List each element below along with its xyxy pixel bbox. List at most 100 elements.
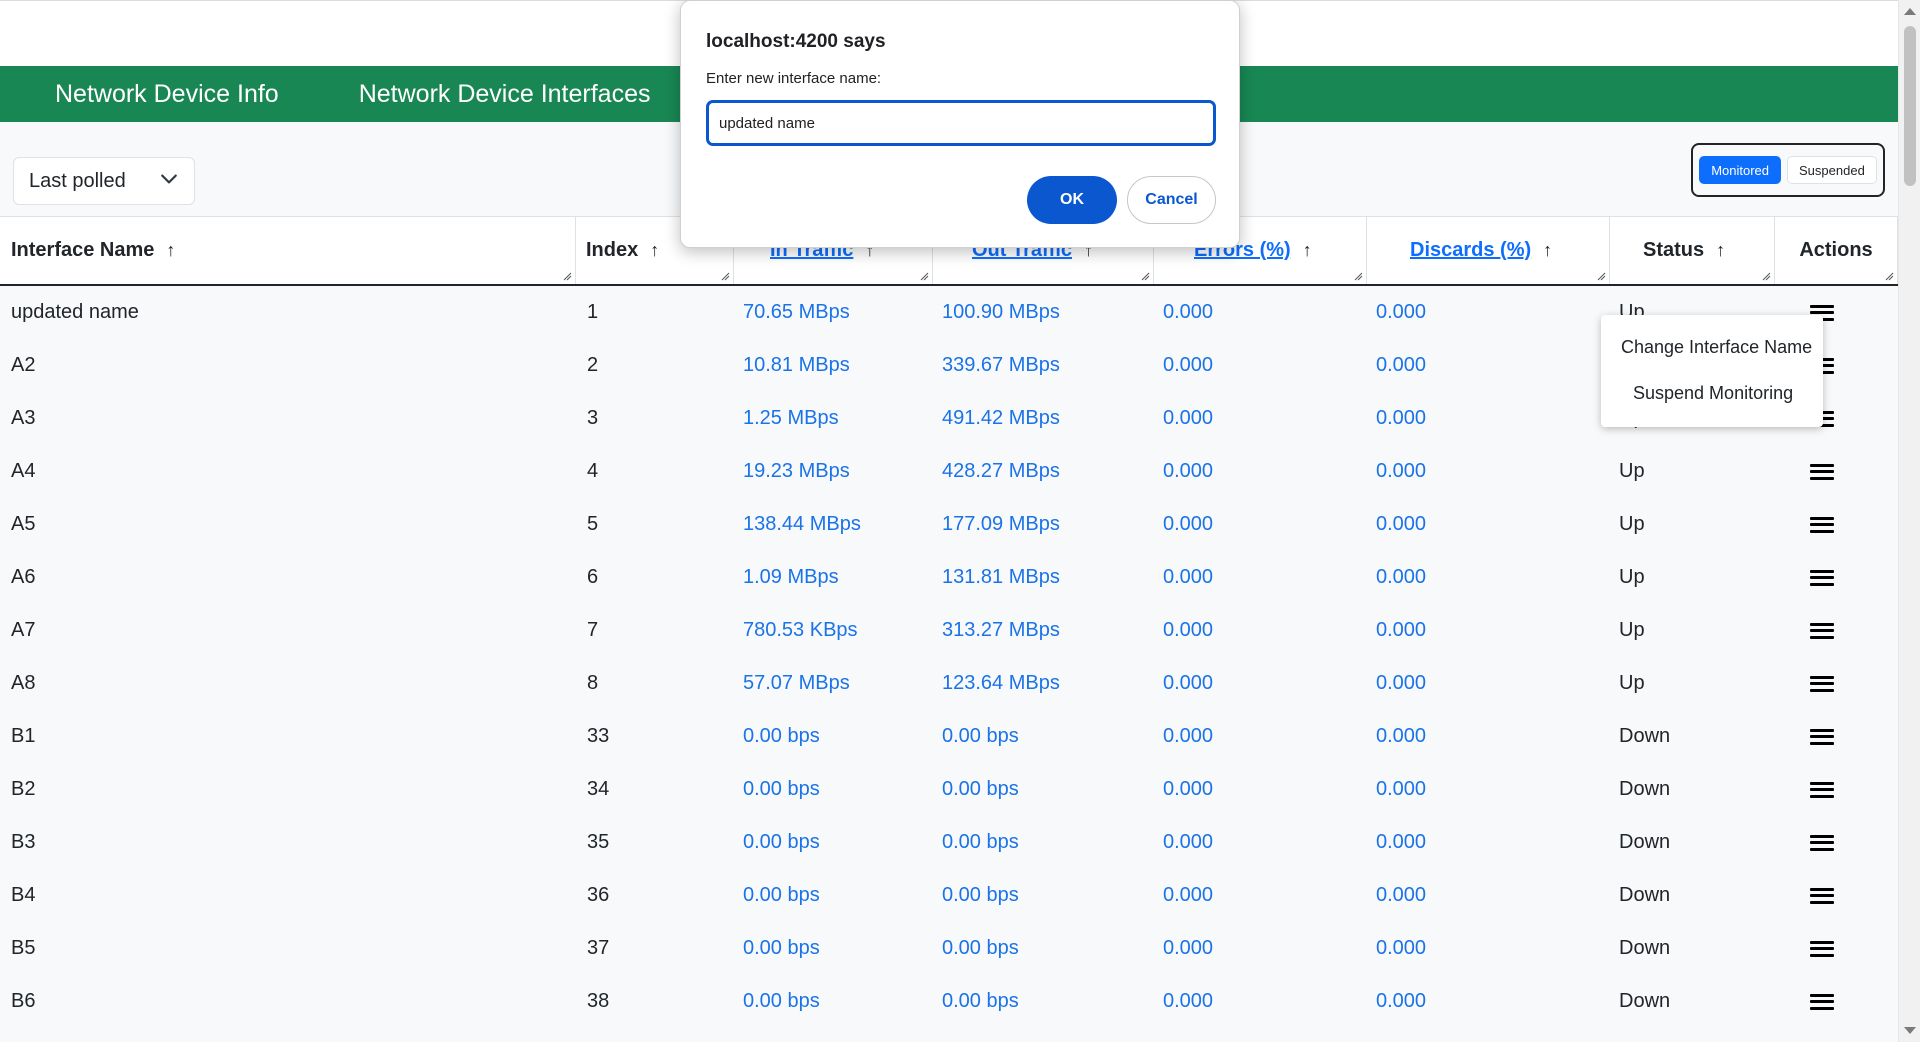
- resize-grip-icon[interactable]: [1354, 272, 1363, 281]
- cell-errors: 0.000: [1163, 407, 1214, 429]
- hamburger-bar: [1810, 304, 1834, 308]
- cell-in: 0.00 bps: [743, 990, 820, 1012]
- cell-name: B3: [11, 831, 36, 853]
- cell-errors: 0.000: [1163, 460, 1214, 482]
- cell-index: 5: [587, 513, 599, 535]
- cell-actions: [1775, 463, 1898, 480]
- cell-errors: 0.000: [1163, 619, 1214, 641]
- cell-errors: 0.000: [1163, 301, 1214, 323]
- ok-button[interactable]: OK: [1027, 176, 1117, 224]
- cancel-button[interactable]: Cancel: [1127, 176, 1216, 224]
- cell-in: 138.44 MBps: [743, 513, 861, 535]
- resize-grip-icon[interactable]: [1885, 272, 1894, 281]
- hamburger-bar: [1810, 476, 1834, 480]
- col-header-interface-name[interactable]: Interface Name ↑: [0, 217, 576, 284]
- page-scrollbar[interactable]: [1898, 0, 1920, 1042]
- sort-arrow-icon[interactable]: ↑: [1303, 240, 1312, 261]
- cell-discards: 0.000: [1376, 566, 1427, 588]
- cell-index: 33: [587, 725, 610, 747]
- resize-grip-icon[interactable]: [563, 272, 572, 281]
- cell-actions: [1775, 569, 1898, 586]
- hamburger-bar: [1810, 887, 1834, 891]
- hamburger-menu-icon[interactable]: [1810, 622, 1834, 639]
- cell-index: 4: [587, 460, 599, 482]
- cell-errors: 0.000: [1163, 725, 1214, 747]
- hamburger-menu-icon[interactable]: [1810, 993, 1834, 1010]
- sort-arrow-icon[interactable]: ↑: [650, 240, 659, 261]
- hamburger-bar: [1810, 847, 1834, 851]
- cell-out: 0.00 bps: [942, 778, 1019, 800]
- scroll-up-arrow-icon[interactable]: [1904, 8, 1916, 15]
- resize-grip-icon[interactable]: [721, 272, 730, 281]
- cell-name: A6: [11, 566, 36, 588]
- interface-name-input[interactable]: [706, 100, 1216, 146]
- hamburger-menu-icon[interactable]: [1810, 516, 1834, 533]
- table-row: B6 38 0.00 bps 0.00 bps 0.000 0.000 Down: [0, 975, 1898, 1028]
- hamburger-menu-icon[interactable]: [1810, 675, 1834, 692]
- cell-actions: [1775, 675, 1898, 692]
- hamburger-menu-icon[interactable]: [1810, 728, 1834, 745]
- cell-discards: 0.000: [1376, 937, 1427, 959]
- hamburger-menu-icon[interactable]: [1810, 940, 1834, 957]
- cell-status: Down: [1619, 884, 1671, 906]
- col-header-discards[interactable]: Discards (%) ↑: [1367, 217, 1610, 284]
- cell-out: 123.64 MBps: [942, 672, 1060, 694]
- cell-actions: [1775, 887, 1898, 904]
- resize-grip-icon[interactable]: [1762, 272, 1771, 281]
- suspended-toggle-button[interactable]: Suspended: [1787, 156, 1877, 184]
- hamburger-menu-icon[interactable]: [1810, 463, 1834, 480]
- col-label: Index: [586, 239, 639, 261]
- cell-index: 2: [587, 354, 599, 376]
- hamburger-bar: [1810, 629, 1834, 632]
- nav-network-device-interfaces[interactable]: Network Device Interfaces: [279, 80, 651, 109]
- menu-item-change-interface-name[interactable]: Change Interface Name: [1601, 324, 1823, 370]
- hamburger-bar: [1810, 311, 1834, 314]
- cell-in: 1.25 MBps: [743, 407, 839, 429]
- hamburger-bar: [1810, 794, 1834, 798]
- scrollbar-thumb[interactable]: [1904, 26, 1916, 186]
- sort-select[interactable]: Last polled: [13, 157, 195, 205]
- cell-actions: [1775, 622, 1898, 639]
- menu-item-suspend-monitoring[interactable]: Suspend Monitoring: [1601, 370, 1823, 416]
- cell-errors: 0.000: [1163, 513, 1214, 535]
- cell-out: 177.09 MBps: [942, 513, 1060, 535]
- cell-discards: 0.000: [1376, 513, 1427, 535]
- sort-arrow-icon[interactable]: ↑: [1716, 240, 1725, 261]
- table-row: B5 37 0.00 bps 0.00 bps 0.000 0.000 Down: [0, 922, 1898, 975]
- nav-network-device-info[interactable]: Network Device Info: [0, 80, 279, 109]
- cell-out: 491.42 MBps: [942, 407, 1060, 429]
- cell-name: B2: [11, 778, 36, 800]
- hamburger-menu-icon[interactable]: [1810, 569, 1834, 586]
- table-row: B2 34 0.00 bps 0.00 bps 0.000 0.000 Down: [0, 763, 1898, 816]
- cell-index: 7: [587, 619, 599, 641]
- hamburger-menu-icon[interactable]: [1810, 781, 1834, 798]
- resize-grip-icon[interactable]: [1597, 272, 1606, 281]
- cell-name: updated name: [11, 301, 139, 323]
- resize-grip-icon[interactable]: [1141, 272, 1150, 281]
- hamburger-bar: [1810, 576, 1834, 579]
- cell-name: A3: [11, 407, 36, 429]
- resize-grip-icon[interactable]: [920, 272, 929, 281]
- sort-arrow-icon[interactable]: ↑: [166, 240, 175, 261]
- monitoring-toggle-group: Monitored Suspended: [1691, 143, 1885, 197]
- cell-in: 780.53 KBps: [743, 619, 858, 641]
- hamburger-menu-icon[interactable]: [1810, 834, 1834, 851]
- sort-arrow-icon[interactable]: ↑: [1543, 240, 1552, 261]
- hamburger-menu-icon[interactable]: [1810, 887, 1834, 904]
- scroll-down-arrow-icon[interactable]: [1904, 1027, 1916, 1034]
- cell-out: 131.81 MBps: [942, 566, 1060, 588]
- monitored-toggle-button[interactable]: Monitored: [1699, 156, 1782, 184]
- cell-status: Up: [1619, 672, 1645, 694]
- hamburger-bar: [1810, 622, 1834, 626]
- cell-status: Up: [1619, 566, 1645, 588]
- cell-discards: 0.000: [1376, 354, 1427, 376]
- hamburger-bar: [1810, 688, 1834, 692]
- hamburger-bar: [1810, 728, 1834, 732]
- dialog-title: localhost:4200 says: [706, 31, 886, 52]
- cell-errors: 0.000: [1163, 672, 1214, 694]
- table-row: B3 35 0.00 bps 0.00 bps 0.000 0.000 Down: [0, 816, 1898, 869]
- cell-actions: [1775, 728, 1898, 745]
- col-header-status[interactable]: Status ↑: [1610, 217, 1775, 284]
- cell-index: 34: [587, 778, 610, 800]
- hamburger-bar: [1810, 947, 1834, 950]
